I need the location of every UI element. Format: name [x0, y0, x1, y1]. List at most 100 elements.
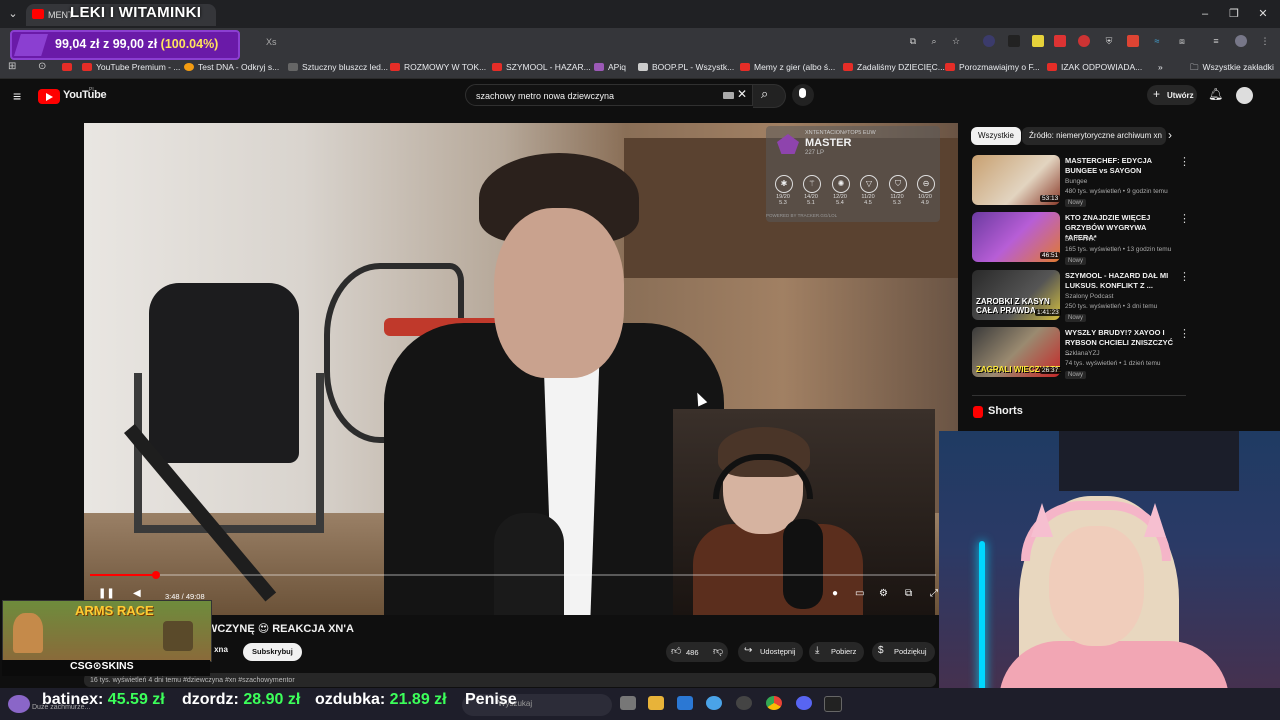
arms-race-title: ARMS RACE — [75, 603, 154, 618]
extension-icon[interactable] — [983, 35, 995, 47]
extension-icon[interactable] — [1078, 35, 1090, 47]
app-icon[interactable] — [706, 696, 722, 710]
game-score: 10/20 4.9 — [918, 194, 932, 206]
region-label: PL — [89, 87, 96, 93]
subscribe-button[interactable]: Subskrybuj — [243, 643, 302, 661]
settings-gear-icon[interactable]: ⚙ — [879, 588, 888, 599]
hamburger-menu-icon[interactable]: ≡ — [13, 88, 21, 104]
bookmark-item[interactable]: APiq — [594, 60, 626, 74]
chip-source[interactable]: Źródło: niemerytoryczne archiwum xn — [1022, 127, 1166, 145]
close-window-icon[interactable]: ✕ — [1254, 6, 1272, 22]
video-meta: 165 tys. wyświetleń • 13 godzin temu — [1065, 246, 1172, 253]
bookmark-item[interactable]: Porozmawiajmy o F... — [945, 60, 1040, 74]
extensions-puzzle-icon[interactable]: ⧈ — [1176, 35, 1188, 47]
extension-icon[interactable] — [1032, 35, 1044, 47]
recommended-title[interactable]: SZYMOOL - HAZARD DAŁ MI LUKSUS. KONFLIKT… — [1065, 271, 1177, 291]
thanks-icon: $ — [878, 645, 884, 656]
game-score: 14/20 5.1 — [804, 194, 818, 206]
bookmark-item[interactable]: IZAK ODPOWIADA... — [1047, 60, 1142, 74]
chrome-menu-icon[interactable]: ⋮ — [1259, 35, 1271, 47]
youtube-logo-text[interactable]: YouTube — [63, 89, 107, 101]
task-view-icon[interactable] — [620, 696, 636, 710]
channel-name[interactable]: Szalony Podcast — [1065, 293, 1113, 300]
champion-icon: ✺ — [832, 175, 850, 193]
bookmark-item[interactable]: Test DNA - Odkryj s... — [184, 60, 279, 74]
new-badge: Nowy — [1065, 199, 1087, 207]
avatar[interactable] — [1236, 87, 1253, 104]
reading-list-icon[interactable]: ≡ — [1210, 35, 1222, 47]
fullscreen-icon[interactable]: ⤢ — [930, 588, 938, 599]
bookmark-item[interactable]: Zadaliśmy DZIECIĘC... — [843, 60, 945, 74]
extension-icon[interactable]: ≈ — [1151, 35, 1163, 47]
subtitles-icon[interactable]: ▭ — [855, 588, 864, 599]
ticker-entry: dzordz: 28.90 zł — [182, 691, 301, 708]
bookmark-item[interactable]: Sztuczny bluszcz led... — [288, 60, 388, 74]
apps-grid-icon[interactable]: ⊞ — [8, 61, 16, 72]
weather-icon[interactable] — [8, 695, 30, 713]
chrome-icon[interactable] — [766, 696, 782, 710]
like-icon[interactable]: 👍︎ — [671, 645, 681, 657]
bookmark-icon[interactable] — [62, 60, 76, 74]
bookmark-item[interactable]: BOOP.PL - Wszystk... — [638, 60, 734, 74]
discord-icon[interactable] — [796, 696, 812, 710]
video-frame-person-face — [494, 208, 624, 378]
chevron-right-icon[interactable]: › — [1168, 128, 1172, 142]
duration-badge: 53:13 — [1040, 195, 1061, 202]
autoplay-toggle-icon[interactable]: ● — [832, 588, 838, 599]
keyboard-icon[interactable] — [723, 92, 734, 99]
progress-bar[interactable] — [90, 574, 936, 576]
volume-icon[interactable]: ◀︎ — [133, 588, 141, 599]
champion-icon: ⊖ — [917, 175, 935, 193]
more-options-icon[interactable]: ⋮ — [1179, 212, 1190, 225]
bookmark-icon[interactable]: ⊙ — [38, 61, 46, 72]
extension-icon[interactable] — [1127, 35, 1139, 47]
search-button[interactable] — [753, 84, 786, 108]
bookmark-item[interactable]: SZYMOOL - HAZAR... — [492, 60, 591, 74]
miniplayer-icon[interactable]: ⧉ — [905, 588, 912, 599]
bookmark-item[interactable]: ROZMOWY W TOK... — [390, 60, 486, 74]
champion-icon: ⚚ — [803, 175, 821, 193]
tab-search-icon[interactable]: ⌄ — [4, 6, 22, 22]
bookmark-star-icon[interactable]: ☆ — [950, 35, 962, 47]
all-bookmarks-folder[interactable]: 🗀 Wszystkie zakładki — [1190, 60, 1274, 74]
extension-icon[interactable] — [1008, 35, 1020, 47]
search-input[interactable]: szachowy metro nowa dziewczyna — [465, 84, 753, 106]
recommended-title[interactable]: MASTERCHEF: EDYCJA BUNGEE vs SAYGON — [1065, 156, 1177, 176]
file-explorer-icon[interactable] — [648, 696, 664, 710]
maximize-icon[interactable]: ❐ — [1225, 6, 1243, 22]
stream-overlay-title: LEKI I WITAMINKI — [70, 4, 202, 21]
channel-name[interactable]: SzklanaYZJ — [1065, 350, 1100, 357]
microphone-icon — [799, 88, 806, 98]
minimize-icon[interactable]: – — [1196, 6, 1214, 22]
divider — [972, 395, 1186, 396]
reactor-webcam — [673, 409, 935, 615]
channel-name[interactable]: Bungee — [1065, 178, 1087, 185]
bookmark-item[interactable]: YouTube Premium - ... — [82, 60, 180, 74]
pause-icon[interactable]: ❚❚ — [98, 588, 115, 599]
more-bookmarks-icon[interactable]: » — [1158, 60, 1163, 74]
like-count: 486 — [686, 648, 699, 657]
shield-icon[interactable]: ⛨ — [1103, 35, 1115, 47]
install-app-icon[interactable]: ⧉ — [907, 35, 919, 47]
channel-name[interactable]: EKIPA WK — [1065, 236, 1096, 243]
zoom-icon[interactable]: ⌕ — [928, 35, 940, 47]
extension-icon[interactable] — [1054, 35, 1066, 47]
chip-all[interactable]: Wszystkie — [971, 127, 1021, 145]
lp-label: 227 LP — [805, 150, 825, 156]
address-text[interactable]: Xs — [266, 37, 277, 47]
clear-search-icon[interactable]: ✕ — [737, 87, 747, 101]
notifications-bell-icon[interactable]: 🔔︎ — [1208, 87, 1223, 101]
bookmark-item[interactable]: Memy z gier (albo ś... — [740, 60, 835, 74]
more-options-icon[interactable]: ⋮ — [1179, 155, 1190, 168]
summoner-name: XNTENTACION#TOP5 EUW — [805, 130, 876, 136]
profile-avatar[interactable] — [1235, 35, 1247, 47]
store-icon[interactable] — [677, 696, 693, 710]
progress-scrubber-handle[interactable] — [152, 571, 160, 579]
more-options-icon[interactable]: ⋮ — [1179, 327, 1190, 340]
app-icon[interactable] — [736, 696, 752, 710]
more-options-icon[interactable]: ⋮ — [1179, 270, 1190, 283]
dislike-icon[interactable]: 👎︎ — [713, 645, 723, 657]
csgo-skins-logo: CSG⊙SKINS — [70, 660, 134, 672]
terminal-icon[interactable] — [824, 696, 842, 712]
search-icon: ⌕ — [761, 86, 769, 101]
